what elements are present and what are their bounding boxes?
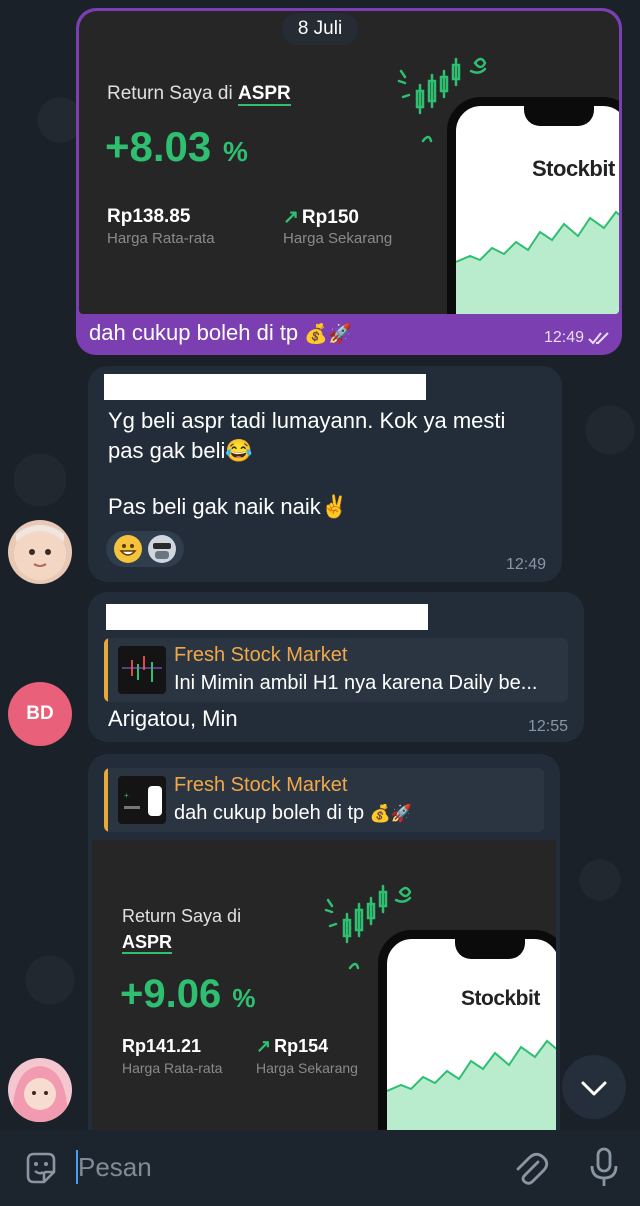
sender-name-redacted [106, 604, 428, 630]
message-time: 12:49 [543, 329, 584, 346]
message-time: 12:49 [505, 556, 546, 573]
reply-quote[interactable]: Fresh Stock Market Ini Mimin ambil H1 ny… [104, 638, 568, 702]
return-label: Return Saya di ASPR [107, 83, 291, 106]
reply-title: Fresh Stock Market [174, 644, 348, 666]
message-text: Arigatou, Min [108, 706, 238, 731]
microphone-icon[interactable] [586, 1146, 622, 1190]
current-price: ↗ Rp154 [256, 1036, 329, 1056]
avatar[interactable]: BD [8, 682, 72, 746]
incoming-photo-message[interactable]: + Fresh Stock Market dah cukup boleh di … [88, 754, 560, 1134]
return-percent: +8.03 % [105, 123, 248, 170]
return-percent: +9.06 % [120, 972, 256, 1016]
current-price-label: Harga Sekarang [283, 230, 393, 247]
avg-price-label: Harga Rata-rata [107, 230, 215, 247]
avg-price: Rp141.21 [122, 1036, 202, 1056]
arrow-up-right-icon: ↗ [256, 1036, 272, 1056]
stockbit-logo: Stockbit [461, 987, 540, 1010]
sticker-avatar-icon [148, 535, 176, 563]
return-ticker: ASPR [122, 932, 173, 954]
message-input-bar: Pesan [0, 1130, 640, 1206]
avg-price-label: Harga Rata-rata [122, 1060, 223, 1076]
reply-thumbnail [118, 646, 166, 694]
incoming-message[interactable]: Fresh Stock Market Ini Mimin ambil H1 ny… [88, 592, 584, 742]
avatar[interactable] [8, 520, 72, 584]
reply-quote[interactable]: + Fresh Stock Market dah cukup boleh di … [104, 768, 544, 832]
phone-mini-chart [456, 210, 619, 314]
phone-illustration: Stockbit [378, 930, 556, 1134]
current-price: ↗ Rp150 [283, 207, 359, 228]
current-price-label: Harga Sekarang [256, 1060, 358, 1076]
stockbit-logo: Stockbit [532, 156, 615, 181]
chevron-down-icon [581, 1081, 607, 1096]
reactions-pill[interactable] [106, 531, 184, 567]
return-label: Return Saya di [122, 906, 242, 926]
double-check-icon [588, 332, 609, 345]
money-bag-rocket-emoji: 💰🚀 [369, 804, 413, 823]
message-text-line: Yg beli aspr tadi lumayann. Kok ya mesti [108, 408, 506, 433]
message-text-line: Pas beli gak naik naik✌️ [108, 494, 349, 519]
svg-text:+: + [124, 791, 129, 800]
reply-title: Fresh Stock Market [174, 774, 348, 796]
phone-illustration: Stockbit [447, 97, 619, 314]
avatar[interactable] [8, 1058, 72, 1122]
sender-name-redacted [104, 374, 426, 400]
date-separator: 8 Juli [282, 13, 358, 45]
money-bag-rocket-emoji: 💰🚀 [304, 324, 352, 345]
stockbit-return-card[interactable]: Return Saya di ASPR +8.03 % Rp138.85 Har… [79, 11, 619, 314]
outgoing-photo-message[interactable]: Return Saya di ASPR +8.03 % Rp138.85 Har… [76, 8, 622, 355]
sticker-emoji-icon[interactable] [22, 1150, 60, 1188]
stockbit-return-card[interactable]: Return Saya di ASPR +9.06 % Rp141.21 Har… [92, 840, 556, 1134]
message-time: 12:55 [527, 718, 568, 735]
message-caption: dah cukup boleh di tp 💰🚀 [89, 320, 352, 345]
scroll-down-button[interactable] [562, 1055, 626, 1119]
arrow-up-right-icon: ↗ [283, 207, 299, 228]
phone-mini-chart [387, 1039, 556, 1134]
grinning-emoji-icon [114, 535, 142, 563]
message-text-line: pas gak beli😂 [108, 438, 253, 463]
reply-text: Ini Mimin ambil H1 nya karena Daily be..… [174, 672, 538, 694]
avg-price: Rp138.85 [107, 206, 191, 227]
reply-thumbnail: + [118, 776, 166, 824]
attach-paperclip-icon[interactable] [510, 1148, 550, 1188]
message-input[interactable]: Pesan [78, 1152, 152, 1183]
reply-text: dah cukup boleh di tp 💰🚀 [174, 802, 413, 824]
